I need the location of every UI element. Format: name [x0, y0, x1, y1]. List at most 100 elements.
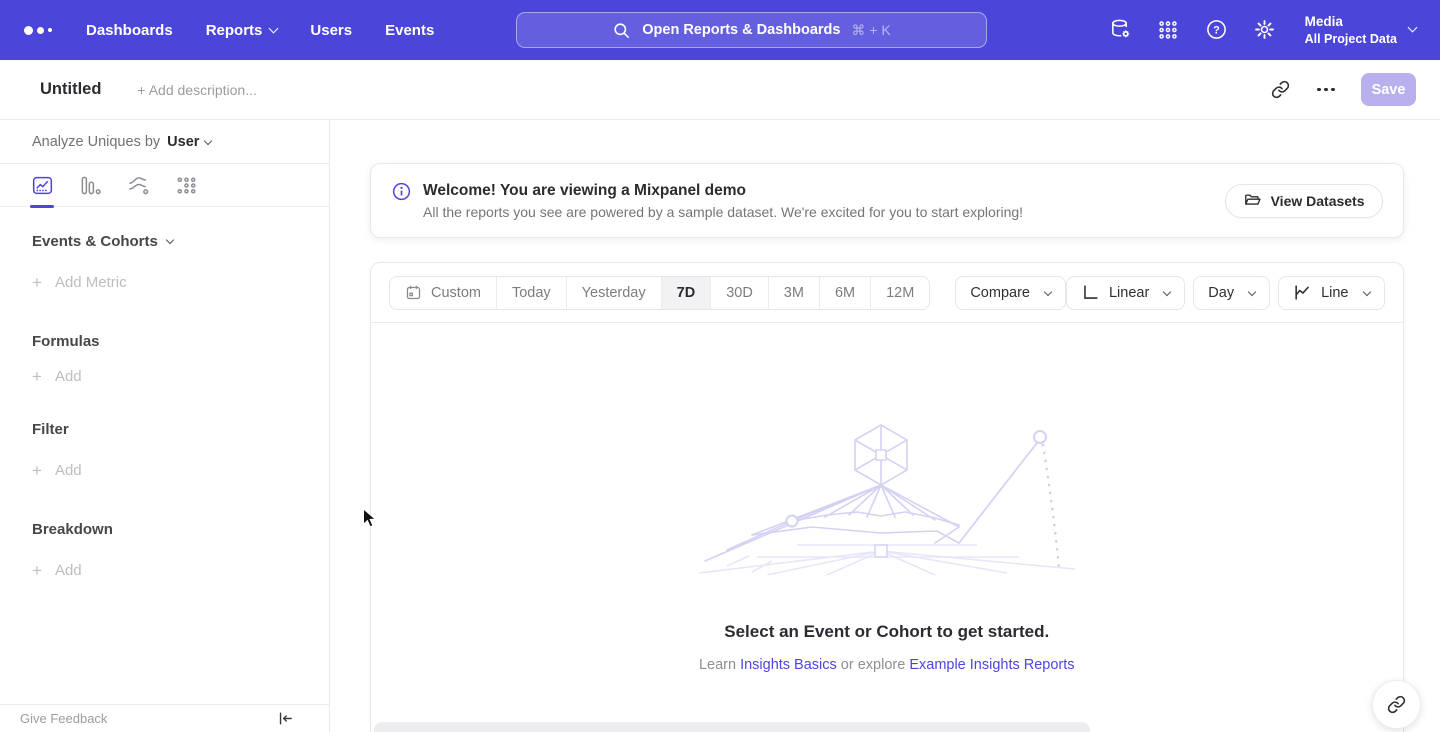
filter-label: Filter — [32, 421, 69, 438]
chevron-down-icon — [269, 23, 279, 33]
analyze-by-value: User — [167, 134, 199, 150]
date-range-12m[interactable]: 12M — [870, 277, 929, 309]
add-filter-button[interactable]: + Add — [32, 462, 297, 479]
breakdown-section-title: Breakdown — [32, 521, 297, 538]
date-range-30d[interactable]: 30D — [710, 277, 768, 309]
chart-display-controls: Linear Day Line — [1066, 276, 1385, 310]
nav-users-label: Users — [310, 22, 352, 39]
date-range-today[interactable]: Today — [496, 277, 566, 309]
interval-label: Day — [1208, 285, 1234, 301]
search-icon — [612, 21, 631, 40]
copy-link-icon[interactable] — [1269, 79, 1291, 101]
nav-dashboards-label: Dashboards — [86, 22, 173, 39]
empty-sub-prefix: Learn — [699, 657, 740, 673]
formulas-section-title: Formulas — [32, 333, 297, 350]
chart-empty-state: Select an Event or Cohort to get started… — [371, 323, 1403, 673]
banner-subtitle: All the reports you see are powered by a… — [423, 204, 1023, 220]
top-navigation-bar: Dashboards Reports Users Events Open Rep… — [0, 0, 1440, 60]
chevron-down-icon — [1362, 287, 1370, 295]
date-range-custom[interactable]: Custom — [390, 277, 496, 309]
nav-events[interactable]: Events — [385, 22, 434, 39]
scale-label: Linear — [1109, 285, 1149, 301]
interval-dropdown[interactable]: Day — [1193, 276, 1270, 310]
breakdown-label: Breakdown — [32, 521, 113, 538]
empty-state-title: Select an Event or Cohort to get started… — [371, 622, 1403, 642]
add-formula-button[interactable]: + Add — [32, 368, 297, 385]
date-range-6m[interactable]: 6M — [819, 277, 870, 309]
tab-bar-chart-icon[interactable] — [78, 173, 102, 197]
floating-share-link-button[interactable] — [1372, 680, 1421, 729]
tab-line-chart-icon[interactable] — [30, 173, 54, 197]
mixpanel-insights-page: Dashboards Reports Users Events Open Rep… — [0, 0, 1440, 732]
chevron-down-icon — [1044, 287, 1052, 295]
add-formula-label: Add — [55, 368, 82, 385]
date-range-30d-label: 30D — [726, 285, 753, 301]
nav-users[interactable]: Users — [310, 22, 352, 39]
search-placeholder: Open Reports & Dashboards — [642, 22, 840, 38]
apps-grid-icon[interactable] — [1157, 18, 1180, 41]
info-icon — [391, 181, 412, 202]
wireframe-illustration — [697, 423, 1077, 575]
chart-controls-row: Custom Today Yesterday 7D 30D 3M 6M 12M … — [371, 263, 1403, 323]
add-breakdown-label: Add — [55, 562, 82, 579]
chevron-down-icon — [204, 136, 212, 144]
bottom-card-edge[interactable] — [374, 722, 1090, 732]
chevron-down-icon — [1248, 287, 1256, 295]
compare-dropdown[interactable]: Compare — [955, 276, 1066, 310]
date-range-3m-label: 3M — [784, 285, 804, 301]
give-feedback-link[interactable]: Give Feedback — [20, 711, 107, 726]
active-tab-underline — [30, 205, 54, 208]
chevron-down-icon — [1408, 23, 1418, 33]
chart-type-dropdown[interactable]: Line — [1278, 276, 1384, 310]
global-search-bar[interactable]: Open Reports & Dashboards ⌘ + K — [516, 12, 987, 48]
add-breakdown-button[interactable]: + Add — [32, 562, 297, 579]
top-nav-right: ? Media All Project Data — [1109, 13, 1416, 47]
analyze-by-row: Analyze Uniques by User — [0, 120, 329, 164]
report-description-placeholder[interactable]: + Add description... — [137, 82, 256, 98]
example-insights-reports-link[interactable]: Example Insights Reports — [909, 657, 1074, 673]
events-cohorts-section-title[interactable]: Events & Cohorts — [32, 233, 297, 250]
nav-reports[interactable]: Reports — [206, 22, 278, 39]
chevron-down-icon — [166, 235, 174, 243]
tab-metrics-icon[interactable] — [174, 173, 198, 197]
date-range-yesterday[interactable]: Yesterday — [566, 277, 661, 309]
more-options-icon[interactable] — [1315, 79, 1337, 101]
view-datasets-label: View Datasets — [1271, 193, 1365, 209]
line-chart-icon — [1293, 283, 1312, 302]
insights-basics-link[interactable]: Insights Basics — [740, 657, 837, 673]
nav-events-label: Events — [385, 22, 434, 39]
chart-type-label: Line — [1321, 285, 1348, 301]
report-title[interactable]: Untitled — [40, 80, 101, 99]
add-metric-label: Add Metric — [55, 274, 127, 291]
date-range-today-label: Today — [512, 285, 551, 301]
search-shortcut: ⌘ + K — [851, 22, 890, 39]
project-switcher[interactable]: Media All Project Data — [1305, 13, 1416, 47]
tab-flows-icon[interactable] — [126, 173, 150, 197]
date-range-7d[interactable]: 7D — [661, 277, 711, 309]
banner-title: Welcome! You are viewing a Mixpanel demo — [423, 182, 1023, 200]
collapse-sidebar-icon[interactable] — [275, 709, 295, 729]
chevron-down-icon — [1163, 287, 1171, 295]
scale-dropdown[interactable]: Linear — [1066, 276, 1185, 310]
report-header: Untitled + Add description... Save — [0, 60, 1440, 120]
date-range-12m-label: 12M — [886, 285, 914, 301]
folder-icon — [1243, 191, 1262, 210]
calendar-icon — [405, 284, 422, 301]
add-metric-button[interactable]: + Add Metric — [32, 274, 297, 291]
sidebar-footer: Give Feedback — [0, 704, 329, 732]
analyze-by-label: Analyze Uniques by — [32, 134, 160, 150]
help-icon[interactable]: ? — [1205, 18, 1228, 41]
data-management-icon[interactable] — [1109, 18, 1132, 41]
date-range-3m[interactable]: 3M — [768, 277, 819, 309]
nav-reports-label: Reports — [206, 22, 263, 39]
settings-gear-icon[interactable] — [1253, 18, 1276, 41]
linear-axis-icon — [1081, 283, 1100, 302]
analyze-by-selector[interactable]: User — [167, 134, 211, 150]
filter-section-title: Filter — [32, 421, 297, 438]
project-scope: All Project Data — [1305, 31, 1397, 47]
nav-dashboards[interactable]: Dashboards — [86, 22, 173, 39]
save-button[interactable]: Save — [1361, 73, 1416, 106]
view-datasets-button[interactable]: View Datasets — [1225, 184, 1383, 218]
mixpanel-logo[interactable] — [24, 26, 54, 35]
date-range-custom-label: Custom — [431, 285, 481, 301]
